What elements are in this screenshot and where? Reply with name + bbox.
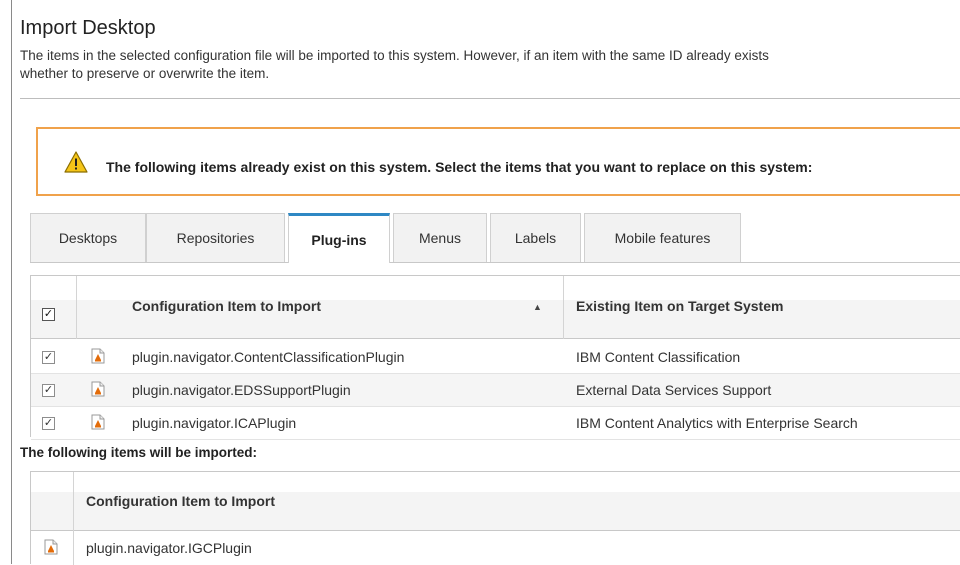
plugin-file-icon [91,348,105,364]
tab-menus[interactable]: Menus [393,213,487,262]
tab-label: Mobile features [614,230,711,246]
table-row[interactable]: ✓ plugin.navigator.ContentClassification… [31,341,960,374]
import-item-name: plugin.navigator.EDSSupportPlugin [132,382,351,398]
description-line-1: The items in the selected configuration … [20,48,769,63]
sort-ascending-icon[interactable]: ▲ [533,302,542,312]
import-item-name: plugin.navigator.IGCPlugin [86,540,252,556]
tab-labels[interactable]: Labels [490,213,581,262]
page-title: Import Desktop [20,17,156,39]
tab-bar: Desktops Repositories Plug-ins Menus Lab… [30,213,960,263]
row-checkbox[interactable]: ✓ [42,417,55,430]
tab-label: Labels [514,230,557,246]
header-divider [20,98,960,99]
import-section-label: The following items will be imported: [20,445,258,460]
tab-repositories[interactable]: Repositories [146,213,285,262]
page-description: The items in the selected configuration … [20,47,960,83]
warning-banner: The following items already exist on thi… [36,127,960,196]
plugin-file-icon [44,539,58,555]
plugin-file-icon [91,381,105,397]
table-row[interactable]: plugin.navigator.IGCPlugin [31,533,960,565]
import-items-grid: Configuration Item to Import plugin.navi… [30,471,960,565]
tab-bar-baseline [30,262,960,263]
table-row[interactable]: ✓ plugin.navigator.EDSSupportPlugin Exte… [31,374,960,407]
tab-label: Plug-ins [311,231,367,248]
plugin-file-icon [91,414,105,430]
existing-item-name: External Data Services Support [576,382,772,398]
existing-item-name: IBM Content Classification [576,349,741,365]
import-item-name: plugin.navigator.ContentClassificationPl… [132,349,405,365]
existing-items-grid: ✓ Configuration Item to Import ▲ Existin… [30,275,960,440]
warning-text: The following items already exist on thi… [106,159,813,175]
tab-desktops[interactable]: Desktops [30,213,146,262]
description-line-2: whether to preserve or overwrite the ite… [20,66,270,81]
tab-label: Menus [418,230,462,246]
existing-items-header: ✓ Configuration Item to Import ▲ Existin… [31,276,960,339]
row-checkbox[interactable]: ✓ [42,351,55,364]
warning-triangle-icon [64,151,88,173]
row-checkbox[interactable]: ✓ [42,384,55,397]
window-left-border [11,0,12,564]
tab-mobile-features[interactable]: Mobile features [584,213,741,262]
column-header-existing[interactable]: Existing Item on Target System [576,298,783,314]
tab-label: Repositories [176,230,255,246]
tab-label: Desktops [58,230,118,246]
select-all-checkbox[interactable]: ✓ [42,308,55,321]
import-items-header: Configuration Item to Import [31,472,960,531]
existing-item-name: IBM Content Analytics with Enterprise Se… [576,415,858,431]
import-item-name: plugin.navigator.ICAPlugin [132,415,297,431]
column-header-import[interactable]: Configuration Item to Import [132,298,321,314]
table-row[interactable]: ✓ plugin.navigator.ICAPlugin IBM Content… [31,407,960,440]
tab-plug-ins[interactable]: Plug-ins [288,213,390,263]
column-header-import[interactable]: Configuration Item to Import [86,493,275,509]
